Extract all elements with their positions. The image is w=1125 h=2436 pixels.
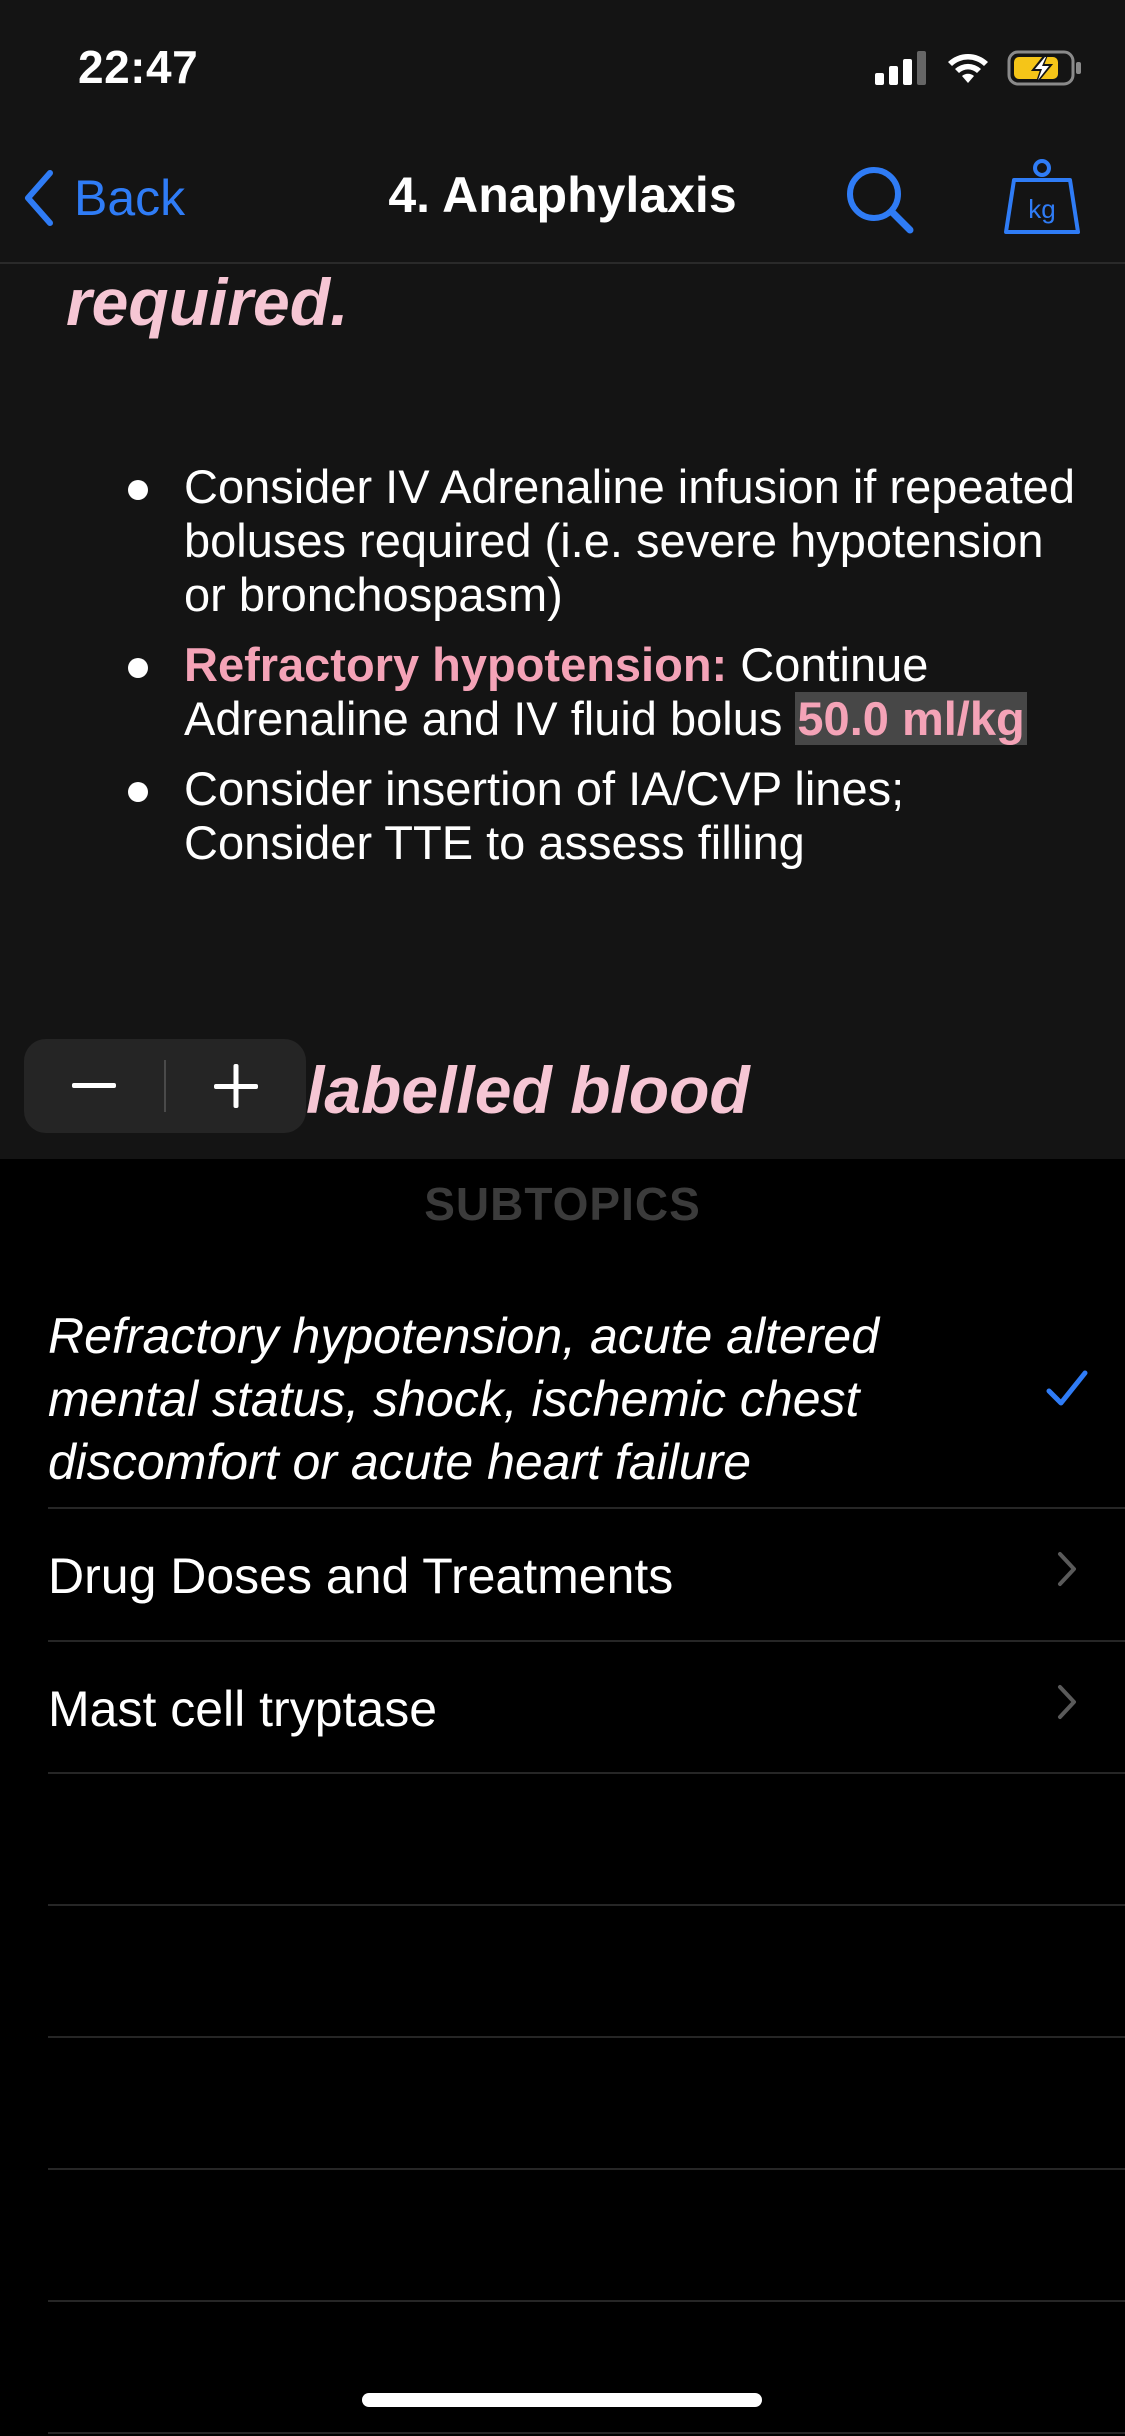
kg-label: kg	[1028, 194, 1056, 224]
battery-charging-icon	[1007, 50, 1081, 86]
bullet-dot	[128, 480, 148, 500]
subtopic-label: Refractory hypotension, acute altered me…	[48, 1308, 880, 1490]
chevron-right-icon	[1057, 1551, 1077, 1592]
subtopic-row-mast-cell-tryptase[interactable]: Mast cell tryptase	[48, 1642, 1125, 1774]
search-icon	[847, 167, 914, 234]
empty-row	[48, 2038, 1125, 2170]
bullet-dot	[128, 658, 148, 678]
cellular-signal-icon	[875, 51, 926, 85]
section-heading: required.	[66, 265, 349, 339]
empty-row	[48, 2302, 1125, 2434]
plus-icon	[214, 1064, 258, 1108]
search-button[interactable]	[842, 162, 918, 238]
status-icons	[875, 48, 1083, 88]
empty-row	[48, 2170, 1125, 2302]
bullet-item: Consider IV Adrenaline infusion if repea…	[126, 460, 1086, 622]
subtopic-row-refractory-hypotension[interactable]: Refractory hypotension, acute altered me…	[48, 1279, 1125, 1509]
chevron-right-icon	[1057, 1684, 1077, 1725]
checkmark-icon	[1045, 1369, 1089, 1414]
section-heading-partial: labelled blood	[306, 1053, 750, 1127]
bullet-list: Consider IV Adrenaline infusion if repea…	[126, 460, 1086, 886]
zoom-control	[24, 1039, 306, 1133]
minus-icon	[72, 1083, 116, 1088]
back-button[interactable]: Back	[22, 162, 185, 234]
home-indicator[interactable]	[362, 2393, 762, 2407]
status-bar: 22:47	[0, 0, 1125, 132]
subtopic-label: Mast cell tryptase	[48, 1681, 438, 1737]
empty-row	[48, 1774, 1125, 1906]
wifi-icon	[948, 54, 988, 83]
weight-kg-button[interactable]: kg	[1000, 156, 1084, 240]
zoom-out-button[interactable]	[24, 1039, 164, 1133]
bullet-item: Consider insertion of IA/CVP lines; Cons…	[126, 762, 1086, 870]
subtopic-label: Drug Doses and Treatments	[48, 1548, 674, 1604]
empty-row	[48, 1906, 1125, 2038]
dose-value[interactable]: 50.0 ml/kg	[795, 692, 1027, 745]
navigation-bar: Back 4. Anaphylaxis kg	[0, 132, 1125, 264]
bullet-item: Refractory hypotension: Continue Adrenal…	[126, 638, 1086, 746]
subtopic-row-drug-doses[interactable]: Drug Doses and Treatments	[48, 1509, 1125, 1642]
subtopics-header: SUBTOPICS	[424, 1178, 701, 1230]
bullet-dot	[128, 782, 148, 802]
bullet-bold-prefix: Refractory hypotension:	[184, 638, 728, 691]
status-time: 22:47	[78, 41, 199, 93]
page-title: 4. Anaphylaxis	[388, 167, 737, 223]
zoom-in-button[interactable]	[166, 1039, 306, 1133]
screen: 22:47 Back 4. Anaphylaxis kg required. C…	[0, 0, 1125, 2436]
chevron-left-icon	[22, 169, 56, 227]
back-label: Back	[74, 170, 186, 226]
bullet-text: Consider insertion of IA/CVP lines; Cons…	[184, 762, 905, 869]
subtopics-panel: SUBTOPICS Refractory hypotension, acute …	[0, 1159, 1125, 2436]
document-content: required. Consider IV Adrenaline infusio…	[0, 264, 1125, 1159]
bullet-text: Consider IV Adrenaline infusion if repea…	[184, 460, 1075, 621]
